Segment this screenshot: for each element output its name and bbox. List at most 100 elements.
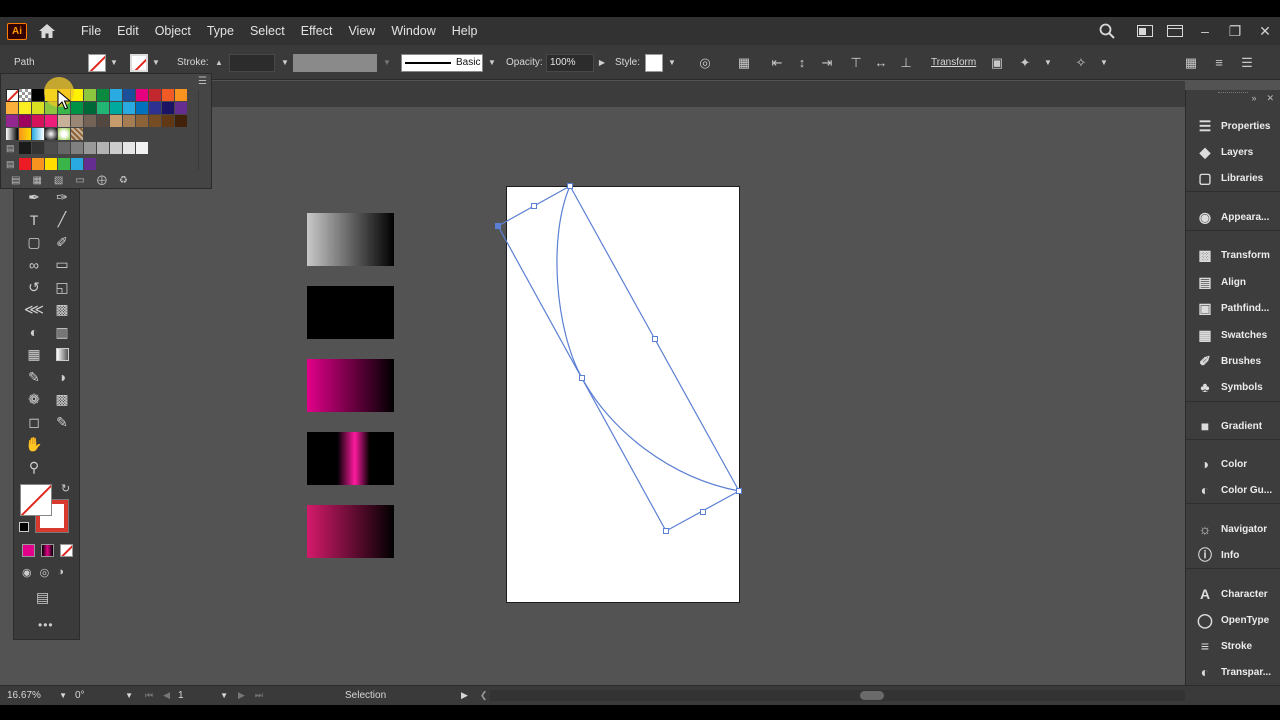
swatch[interactable]	[110, 89, 123, 102]
dock-item-color-guide[interactable]: ◐ Color Gu...	[1186, 477, 1280, 503]
chevron-down-icon[interactable]: ▼	[1042, 58, 1054, 67]
dock-item-align[interactable]: ▤ Align	[1186, 269, 1280, 295]
swatch[interactable]	[175, 89, 188, 102]
none-swatch[interactable]	[6, 89, 19, 102]
fill-swatch[interactable]	[88, 53, 106, 72]
menu-file[interactable]: File	[73, 17, 109, 45]
swatch[interactable]	[6, 115, 19, 128]
swatch-options-icon[interactable]: ▧	[54, 175, 63, 186]
swatch[interactable]	[162, 115, 175, 128]
swatch[interactable]	[32, 115, 45, 128]
stroke-weight-input[interactable]	[229, 53, 275, 72]
line-tool-icon[interactable]: ╱	[48, 209, 76, 232]
menu-object[interactable]: Object	[147, 17, 199, 45]
default-fill-stroke-icon[interactable]	[19, 522, 29, 532]
gradient-sample-black-magenta-black[interactable]	[307, 432, 394, 485]
symbol-sprayer-tool-icon[interactable]: ❁	[20, 389, 48, 412]
slice-tool-icon[interactable]: ✎	[48, 411, 76, 434]
scrollbar-thumb[interactable]	[860, 691, 884, 700]
draw-normal-icon[interactable]: ◉	[22, 566, 32, 579]
dock-item-transform[interactable]: ▩ Transform	[1186, 242, 1280, 268]
shaper-tool-icon[interactable]: ∞	[20, 254, 48, 277]
swatch[interactable]	[123, 115, 136, 128]
swatch[interactable]	[149, 115, 162, 128]
dock-item-swatches[interactable]: ▦ Swatches	[1186, 322, 1280, 348]
swatch[interactable]	[97, 115, 110, 128]
stroke-swatch[interactable]	[130, 53, 148, 72]
variable-width-control[interactable]: ▼	[293, 45, 393, 80]
swatch[interactable]	[32, 158, 45, 171]
recolor-artwork-icon[interactable]: ◎	[694, 45, 716, 80]
swatch[interactable]	[123, 89, 136, 102]
restore-icon[interactable]: ❐	[1220, 17, 1250, 45]
swatch[interactable]	[19, 128, 32, 141]
swatch[interactable]	[149, 102, 162, 115]
panel-menu-icon[interactable]: ☰	[198, 76, 207, 87]
menu-effect[interactable]: Effect	[293, 17, 341, 45]
curvature-tool-icon[interactable]: ✑	[48, 186, 76, 209]
swatch[interactable]	[58, 115, 71, 128]
color-mode-icon[interactable]	[22, 544, 35, 557]
eyedropper-tool-icon[interactable]: ✎	[20, 366, 48, 389]
next-artboard-icon[interactable]: ▶	[238, 690, 245, 701]
swatch[interactable]	[84, 89, 97, 102]
swatch[interactable]	[45, 158, 58, 171]
chevron-down-icon[interactable]: ▼	[381, 58, 393, 67]
dock-item-color[interactable]: ◑ Color	[1186, 451, 1280, 477]
scroll-left-icon[interactable]: ❮	[480, 690, 488, 701]
column-graph-tool-icon[interactable]: ▩	[48, 389, 76, 412]
swatch[interactable]	[19, 142, 32, 155]
draw-inside-icon[interactable]: ◑	[57, 566, 64, 579]
fill-stroke-widget[interactable]: ↻	[19, 483, 72, 536]
swatches-scrollbar[interactable]	[198, 90, 208, 170]
dock-item-transparency[interactable]: ◐ Transpar...	[1186, 659, 1280, 685]
align-center-icon[interactable]: ↕	[791, 52, 813, 74]
swatch[interactable]	[110, 102, 123, 115]
brush-control[interactable]: Basic ▼	[401, 45, 498, 80]
menu-edit[interactable]: Edit	[109, 17, 147, 45]
swatch[interactable]	[84, 142, 97, 155]
new-color-group-icon[interactable]: ▭	[75, 175, 84, 186]
new-swatch-icon[interactable]: ⨁	[97, 175, 107, 186]
chevron-down-icon[interactable]: ▼	[108, 58, 120, 67]
search-icon[interactable]	[1092, 17, 1122, 45]
first-artboard-icon[interactable]: ⏮	[145, 690, 153, 701]
grid-icon[interactable]: ▦	[1180, 52, 1202, 74]
draw-behind-icon[interactable]: ◎	[40, 566, 50, 579]
variable-width-field[interactable]	[293, 53, 377, 72]
swatch[interactable]	[110, 115, 123, 128]
gradient-sample-magenta-to-black[interactable]	[307, 359, 394, 412]
swatch[interactable]	[97, 89, 110, 102]
swatch[interactable]	[136, 89, 149, 102]
align-bottom-icon[interactable]: ⊥	[895, 52, 917, 74]
swatch[interactable]	[71, 158, 84, 171]
brush-definition-field[interactable]: Basic	[401, 53, 483, 72]
rotate-tool-icon[interactable]: ↺	[20, 276, 48, 299]
dock-item-symbols[interactable]: ♣ Symbols	[1186, 374, 1280, 400]
menu-window[interactable]: Window	[383, 17, 443, 45]
chevron-down-icon[interactable]: ▼	[150, 58, 162, 67]
swatch[interactable]	[6, 128, 19, 141]
swatch[interactable]	[32, 128, 45, 141]
eraser-tool-icon[interactable]: ▭	[48, 254, 76, 277]
minimize-icon[interactable]: –	[1190, 17, 1220, 45]
dock-item-opentype[interactable]: ◯ OpenType	[1186, 607, 1280, 633]
dock-item-properties[interactable]: ☰ Properties	[1186, 113, 1280, 139]
align-top-icon[interactable]: ⊤	[845, 52, 867, 74]
swatch[interactable]	[175, 102, 188, 115]
artboard-number-control[interactable]: 1 ▼	[178, 686, 228, 705]
width-tool-icon[interactable]: ⋘	[20, 299, 48, 322]
isolate-selected-icon[interactable]: ▣	[986, 52, 1008, 74]
status-menu-icon[interactable]: ▶	[461, 690, 468, 701]
none-mode-icon[interactable]	[60, 544, 73, 557]
dock-grip[interactable]	[1218, 92, 1248, 94]
swatch[interactable]	[175, 115, 188, 128]
stepper-icon[interactable]: ▲	[213, 52, 225, 74]
last-artboard-icon[interactable]: ⏭	[255, 690, 263, 701]
stroke-weight-control[interactable]: ▲ ▼	[213, 45, 291, 80]
menu-help[interactable]: Help	[444, 17, 486, 45]
gradient-sample-black[interactable]	[307, 286, 394, 339]
graphic-style-swatch[interactable]	[645, 53, 663, 72]
swatch[interactable]	[19, 115, 32, 128]
chevron-down-icon[interactable]: ▼	[220, 691, 228, 700]
